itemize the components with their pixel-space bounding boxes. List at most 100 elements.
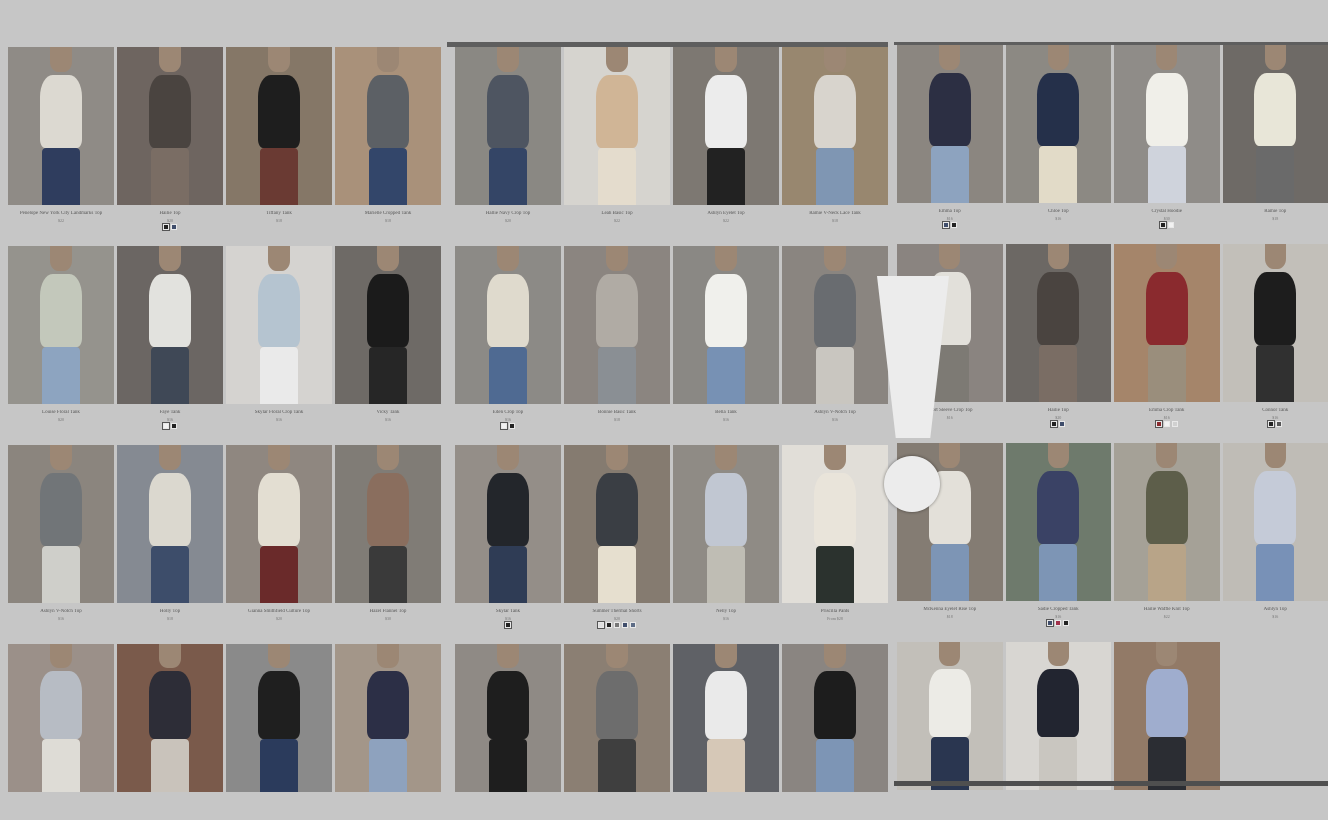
color-swatch[interactable] bbox=[1059, 421, 1066, 427]
product-name[interactable]: Leah Basic Top bbox=[564, 211, 670, 218]
scrollbar[interactable] bbox=[894, 781, 1328, 786]
product-image[interactable] bbox=[1114, 443, 1220, 601]
product-image[interactable] bbox=[673, 644, 779, 792]
product-name[interactable]: Ashlyn Top bbox=[1223, 607, 1328, 614]
product-image[interactable] bbox=[455, 246, 561, 404]
product-name[interactable]: Penelope New York City Landmarks Top bbox=[8, 211, 114, 218]
product-card[interactable]: Sadie Cropped Tank $16 bbox=[1005, 443, 1112, 642]
color-swatch[interactable] bbox=[1267, 420, 1276, 428]
product-card[interactable]: Ashlyn V-Notch Top $16 bbox=[782, 246, 888, 445]
product-card[interactable]: Ashlyn Top $16 bbox=[1222, 443, 1328, 642]
product-card[interactable]: Emma Top $16 bbox=[897, 45, 1003, 244]
product-card[interactable] bbox=[782, 644, 888, 794]
product-name[interactable]: Hailie Waffle Knit Top bbox=[1114, 607, 1220, 614]
product-card[interactable]: Bella Tank $16 bbox=[673, 246, 779, 445]
color-swatch[interactable] bbox=[1167, 222, 1174, 228]
product-name[interactable]: Bonnie Basic Tank bbox=[564, 410, 670, 417]
color-swatch[interactable] bbox=[171, 423, 177, 429]
product-card[interactable]: Ashlyn V-Notch Top $16 bbox=[8, 445, 114, 644]
color-swatch[interactable] bbox=[162, 223, 170, 231]
product-image[interactable] bbox=[673, 47, 779, 205]
product-card[interactable]: Hallie Navy Crop Top $20 bbox=[455, 47, 561, 246]
product-image[interactable] bbox=[1005, 244, 1111, 402]
product-card[interactable] bbox=[897, 642, 1003, 792]
product-image[interactable] bbox=[8, 246, 114, 404]
product-card[interactable]: Bonnie Basic Tank $18 bbox=[564, 246, 670, 445]
product-name[interactable]: Ashlyn V-Notch Top bbox=[782, 410, 888, 417]
product-card[interactable]: Eden Crop Top $16 bbox=[455, 246, 561, 445]
color-swatch[interactable] bbox=[1046, 619, 1055, 627]
product-card[interactable] bbox=[335, 644, 441, 794]
product-card[interactable] bbox=[564, 644, 670, 794]
product-image[interactable] bbox=[117, 445, 223, 603]
product-image[interactable] bbox=[335, 47, 441, 205]
product-card[interactable]: Crystal Hoodie $30 bbox=[1114, 45, 1220, 244]
product-card[interactable] bbox=[226, 644, 332, 794]
color-swatch[interactable] bbox=[950, 222, 957, 228]
color-swatch[interactable] bbox=[614, 622, 620, 628]
product-name[interactable]: Bella Tank bbox=[673, 410, 779, 417]
product-image[interactable] bbox=[1222, 45, 1328, 203]
product-name[interactable]: Ramie Top bbox=[1223, 209, 1328, 216]
product-name[interactable]: Skylar Floral Crop Tank bbox=[226, 410, 332, 417]
product-card[interactable]: Louise Floral Tank $20 bbox=[8, 246, 114, 445]
product-image[interactable] bbox=[8, 445, 114, 603]
product-image[interactable] bbox=[1222, 443, 1328, 601]
product-card[interactable]: Faye Tank $16 bbox=[117, 246, 223, 445]
product-image[interactable] bbox=[782, 47, 888, 205]
product-card[interactable] bbox=[1005, 642, 1111, 792]
product-image[interactable] bbox=[226, 445, 332, 603]
product-image[interactable] bbox=[1005, 443, 1111, 601]
product-image[interactable] bbox=[335, 445, 441, 603]
product-image[interactable] bbox=[1114, 45, 1220, 203]
product-image[interactable] bbox=[564, 47, 670, 205]
product-image[interactable] bbox=[897, 45, 1003, 203]
product-image[interactable] bbox=[8, 644, 114, 792]
product-image[interactable] bbox=[564, 445, 670, 603]
product-card[interactable]: Ashlyn Eyelet Top $22 bbox=[673, 47, 779, 246]
product-name[interactable]: Connor Tank bbox=[1223, 408, 1328, 415]
product-image[interactable] bbox=[117, 644, 223, 792]
product-card[interactable] bbox=[117, 644, 223, 794]
product-name[interactable]: Nelly Top bbox=[673, 609, 779, 616]
product-card[interactable] bbox=[8, 644, 114, 794]
product-card[interactable]: Vicky Tank $16 bbox=[335, 246, 441, 445]
product-image[interactable] bbox=[1114, 244, 1220, 402]
product-image[interactable] bbox=[1005, 45, 1111, 203]
product-image[interactable] bbox=[226, 644, 332, 792]
product-image[interactable] bbox=[673, 445, 779, 603]
color-swatch[interactable] bbox=[1063, 620, 1070, 626]
product-name[interactable]: Tiffany Tank bbox=[226, 211, 332, 218]
product-image[interactable] bbox=[1222, 244, 1328, 402]
product-name[interactable]: McKenna Eyelet Rise Top bbox=[897, 607, 1003, 614]
product-image[interactable] bbox=[117, 47, 223, 205]
product-image[interactable] bbox=[8, 47, 114, 205]
product-card[interactable]: Ramie V-Neck Lace Tank $18 bbox=[782, 47, 888, 246]
product-name[interactable]: Hailie Top bbox=[117, 211, 223, 218]
product-image[interactable] bbox=[564, 246, 670, 404]
product-card[interactable]: Marielle Cropped Tank $18 bbox=[335, 47, 441, 246]
color-swatch[interactable] bbox=[500, 422, 508, 430]
product-name[interactable]: Sadie Cropped Tank bbox=[1006, 607, 1112, 614]
product-image[interactable] bbox=[335, 644, 441, 792]
product-card[interactable]: Hailie Waffle Knit Top $22 bbox=[1114, 443, 1220, 642]
product-card[interactable]: Nelly Top $16 bbox=[673, 445, 779, 644]
color-swatch[interactable] bbox=[1158, 221, 1167, 229]
product-name[interactable]: Emma Top bbox=[897, 209, 1003, 216]
product-name[interactable]: Priscilla Pants bbox=[782, 609, 888, 616]
color-swatch[interactable] bbox=[597, 621, 605, 629]
color-swatch[interactable] bbox=[941, 221, 950, 229]
product-image[interactable] bbox=[564, 644, 670, 792]
product-card[interactable]: Ramie Top $18 bbox=[1222, 45, 1328, 244]
product-name[interactable]: Louise Floral Tank bbox=[8, 410, 114, 417]
product-card[interactable]: Emma Crop Tank $16 bbox=[1114, 244, 1220, 443]
product-name[interactable]: Hailie Top bbox=[1006, 408, 1112, 415]
product-name[interactable]: Ramie V-Neck Lace Tank bbox=[782, 211, 888, 218]
product-card[interactable]: Holly Top $18 bbox=[117, 445, 223, 644]
product-card[interactable] bbox=[1114, 642, 1220, 792]
product-card[interactable]: Skylar Floral Crop Tank $16 bbox=[226, 246, 332, 445]
product-name[interactable]: Holly Top bbox=[117, 609, 223, 616]
product-card[interactable]: Penelope New York City Landmarks Top $22 bbox=[8, 47, 114, 246]
product-image[interactable] bbox=[455, 445, 561, 603]
product-image[interactable] bbox=[117, 246, 223, 404]
